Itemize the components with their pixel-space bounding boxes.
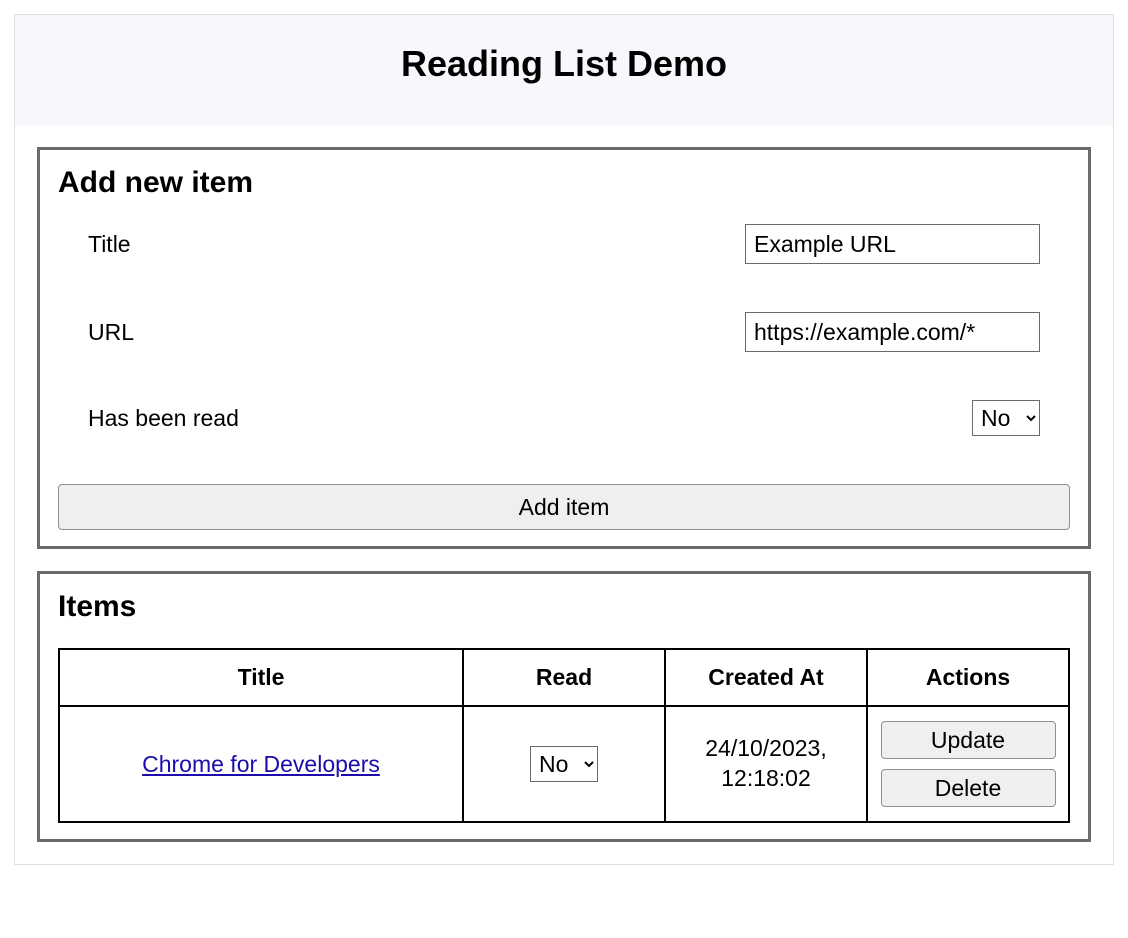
cell-read: No Yes xyxy=(463,706,665,822)
table-row: Chrome for Developers No Yes 24/10/2023,… xyxy=(59,706,1069,822)
column-title: Title xyxy=(59,649,463,706)
items-table: Title Read Created At Actions Chrome for… xyxy=(58,648,1070,823)
read-row: Has been read No Yes xyxy=(88,400,1040,436)
delete-button[interactable]: Delete xyxy=(881,769,1056,807)
items-heading: Items xyxy=(58,590,1070,624)
table-header-row: Title Read Created At Actions xyxy=(59,649,1069,706)
add-item-form: Title URL Has been read No Yes xyxy=(58,224,1070,436)
url-label: URL xyxy=(88,319,134,346)
column-read: Read xyxy=(463,649,665,706)
column-created: Created At xyxy=(665,649,867,706)
row-read-select[interactable]: No Yes xyxy=(530,746,598,782)
title-row: Title xyxy=(88,224,1040,264)
cell-title: Chrome for Developers xyxy=(59,706,463,822)
app-container: Reading List Demo Add new item Title URL… xyxy=(14,14,1114,865)
header: Reading List Demo xyxy=(15,15,1113,125)
item-link[interactable]: Chrome for Developers xyxy=(142,751,380,777)
column-actions: Actions xyxy=(867,649,1069,706)
cell-created: 24/10/2023, 12:18:02 xyxy=(665,706,867,822)
url-row: URL xyxy=(88,312,1040,352)
title-label: Title xyxy=(88,231,131,258)
cell-actions: Update Delete xyxy=(867,706,1069,822)
items-panel: Items Title Read Created At Actions Chro… xyxy=(37,571,1091,842)
page-title: Reading List Demo xyxy=(35,43,1093,85)
add-item-panel: Add new item Title URL Has been read No … xyxy=(37,147,1091,549)
content: Add new item Title URL Has been read No … xyxy=(15,125,1113,864)
add-item-heading: Add new item xyxy=(58,166,1070,200)
add-item-button[interactable]: Add item xyxy=(58,484,1070,530)
read-select[interactable]: No Yes xyxy=(972,400,1040,436)
read-label: Has been read xyxy=(88,405,239,432)
title-input[interactable] xyxy=(745,224,1040,264)
url-input[interactable] xyxy=(745,312,1040,352)
update-button[interactable]: Update xyxy=(881,721,1056,759)
